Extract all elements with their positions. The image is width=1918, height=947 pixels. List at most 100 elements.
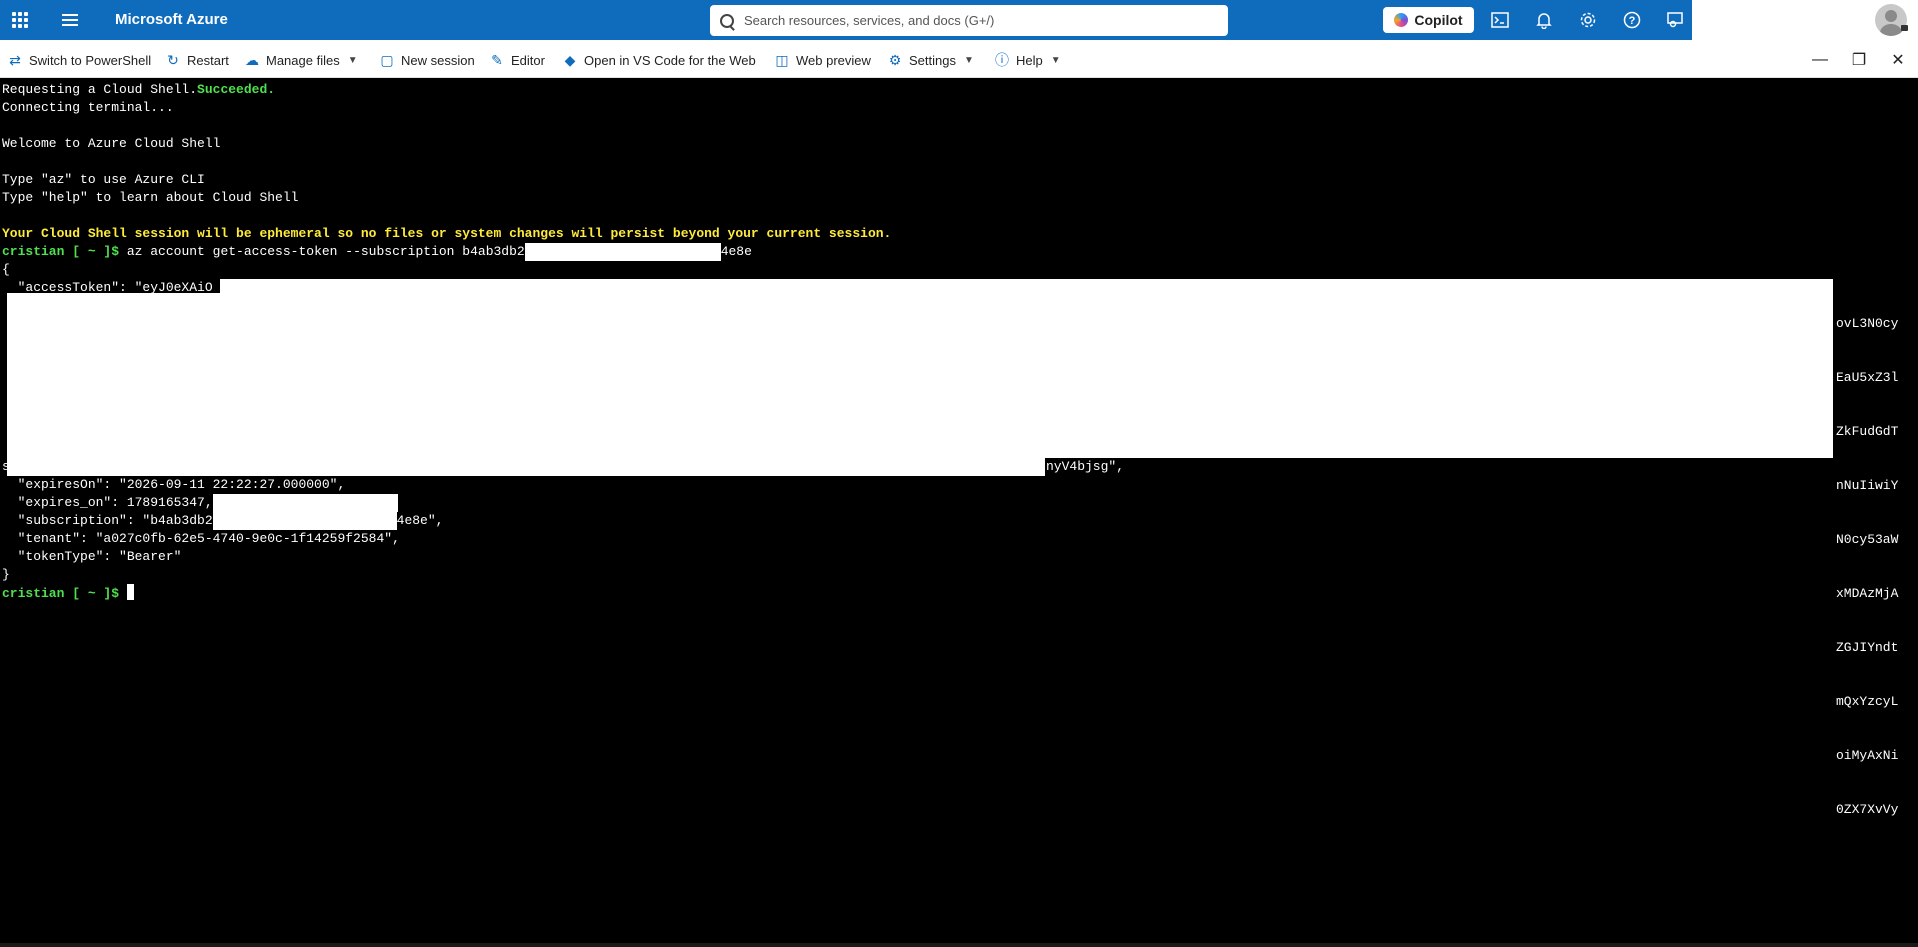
- manage-files-button[interactable]: ☁ Manage files ▼: [245, 51, 358, 69]
- subscription-line: "subscription": "b4ab3db2 4e8e",: [2, 512, 443, 530]
- terminal-line: Welcome to Azure Cloud Shell: [2, 136, 221, 151]
- new-session-icon: ▢: [380, 51, 394, 68]
- web-preview-label: Web preview: [796, 52, 871, 68]
- lock-icon: [1901, 25, 1908, 31]
- token-fragment: ovL3N0cy: [1836, 316, 1899, 331]
- hamburger-icon[interactable]: [62, 14, 78, 26]
- token-fragment: EaU5xZ3l: [1836, 370, 1899, 385]
- copilot-icon: [1394, 13, 1409, 27]
- tenant-line: "tenant": "a027c0fb-62e5-4740-9e0c-1f142…: [2, 531, 400, 546]
- settings-label: Settings: [909, 52, 956, 68]
- terminal-line: Connecting terminal...: [2, 100, 174, 115]
- open-vscode-button[interactable]: ◆ Open in VS Code for the Web: [563, 51, 756, 69]
- terminal-line: {: [2, 262, 10, 277]
- expires-epoch-line: "expires_on": 1789165347,: [2, 494, 443, 512]
- help-icon: ⓘ: [995, 52, 1009, 68]
- terminal-line: Type "az" to use Azure CLI: [2, 172, 205, 187]
- subscription-text-end: 4e8e",: [396, 513, 444, 528]
- minimize-button[interactable]: —: [1810, 50, 1830, 70]
- new-session-label: New session: [401, 52, 475, 68]
- terminal-blank: [2, 117, 1918, 135]
- terminal-line: }: [2, 567, 10, 582]
- vscode-label: Open in VS Code for the Web: [584, 52, 756, 68]
- redacted-block: [212, 512, 397, 530]
- token-fragment: nNuIiwiY: [1836, 478, 1899, 493]
- redacted-block: [212, 494, 398, 512]
- restart-label: Restart: [187, 52, 229, 68]
- prompt: cristian [ ~ ]$: [2, 244, 120, 259]
- token-fragment: oiMyAxNi: [1836, 748, 1899, 763]
- help-button[interactable]: ⓘ Help ▼: [995, 51, 1061, 69]
- restart-button[interactable]: ↻ Restart: [166, 51, 229, 69]
- token-end-prefix: s: [2, 459, 10, 474]
- restart-icon: ↻: [167, 51, 179, 68]
- editor-label: Editor: [511, 52, 545, 68]
- expires-on-line: "expiresOn": "2026-09-11 22:22:27.000000…: [2, 477, 346, 492]
- gear-icon: ⚙: [888, 51, 902, 68]
- subscription-text: "subscription": "b4ab3db2: [2, 513, 213, 528]
- terminal-blank: [2, 153, 1918, 171]
- chevron-down-icon: ▼: [347, 54, 358, 66]
- editor-button[interactable]: ✎ Editor: [490, 51, 545, 69]
- token-fragment: xMDAzMjA: [1836, 586, 1899, 601]
- terminal-line: Type "help" to learn about Cloud Shell: [2, 190, 299, 205]
- switch-label: Switch to PowerShell: [29, 52, 152, 68]
- restore-button[interactable]: ❐: [1849, 50, 1869, 70]
- azure-top-bar: Microsoft Azure Copilot ?: [0, 0, 1692, 40]
- redacted-block: [220, 279, 1833, 293]
- cloud-shell-icon[interactable]: [1490, 10, 1510, 30]
- close-button[interactable]: ✕: [1888, 50, 1908, 70]
- brand-title[interactable]: Microsoft Azure: [115, 11, 228, 28]
- token-fragment: mQxYzcyL: [1836, 694, 1899, 709]
- token-type-line: "tokenType": "Bearer": [2, 549, 182, 564]
- web-preview-button[interactable]: ◫ Web preview: [775, 51, 871, 69]
- gear-icon[interactable]: [1578, 10, 1598, 30]
- bell-icon[interactable]: [1534, 10, 1554, 30]
- web-preview-icon: ◫: [775, 51, 789, 68]
- feedback-icon[interactable]: [1665, 10, 1685, 30]
- redacted-block: [7, 293, 1833, 458]
- cloud-upload-icon: ☁: [245, 51, 259, 68]
- redacted-block: [7, 458, 1045, 476]
- switch-icon: ⇄: [9, 51, 21, 68]
- terminal-line: Requesting a Cloud Shell.Succeeded.: [2, 81, 1918, 99]
- help-icon[interactable]: ?: [1622, 10, 1642, 30]
- final-prompt-line: cristian [ ~ ]$: [2, 584, 443, 602]
- token-fragment: N0cy53aW: [1836, 532, 1899, 547]
- command-text: az account get-access-token --subscripti…: [119, 244, 525, 259]
- copilot-label: Copilot: [1414, 12, 1463, 28]
- token-end: nyV4bjsg",: [1046, 459, 1125, 474]
- search-icon: [720, 13, 734, 28]
- avatar[interactable]: [1875, 4, 1907, 36]
- request-text: Requesting a Cloud Shell.: [2, 82, 198, 97]
- waffle-icon[interactable]: [12, 12, 28, 28]
- settings-button[interactable]: ⚙ Settings ▼: [888, 51, 974, 69]
- prompt: cristian [ ~ ]$: [2, 586, 120, 601]
- account-area: [1692, 0, 1918, 40]
- token-output: "expiresOn": "2026-09-11 22:22:27.000000…: [2, 476, 443, 602]
- chevron-down-icon: ▼: [1050, 54, 1061, 66]
- search-input[interactable]: [744, 13, 1214, 28]
- terminal-cursor: [126, 584, 134, 600]
- ephemeral-warning: Your Cloud Shell session will be ephemer…: [2, 226, 892, 241]
- succeeded-text: Succeeded.: [197, 82, 276, 97]
- help-label: Help: [1016, 52, 1043, 68]
- cloud-shell-toolbar: ⇄ Switch to PowerShell ↻ Restart ☁ Manag…: [0, 40, 1918, 78]
- new-session-button[interactable]: ▢ New session: [380, 51, 475, 69]
- command-text-end: 4e8e: [720, 244, 752, 259]
- token-fragment: ZkFudGdT: [1836, 424, 1899, 439]
- expires-epoch-text: "expires_on": 1789165347,: [2, 495, 213, 510]
- redacted-block: [524, 243, 721, 261]
- vscode-icon: ◆: [564, 51, 576, 68]
- token-fragment: ZGJIYndt: [1836, 640, 1899, 655]
- search-box[interactable]: [710, 5, 1228, 36]
- bottom-edge: [0, 943, 1918, 947]
- token-right-column: ovL3N0cy EaU5xZ3l ZkFudGdT nNuIiwiY N0cy…: [1836, 279, 1898, 837]
- pencil-icon: ✎: [491, 51, 503, 68]
- chevron-down-icon: ▼: [963, 54, 974, 66]
- copilot-button[interactable]: Copilot: [1383, 7, 1474, 33]
- switch-to-powershell-button[interactable]: ⇄ Switch to PowerShell: [8, 51, 151, 69]
- command-line: cristian [ ~ ]$ az account get-access-to…: [2, 243, 1918, 261]
- terminal-blank: [2, 207, 1918, 225]
- manage-files-label: Manage files: [266, 52, 340, 68]
